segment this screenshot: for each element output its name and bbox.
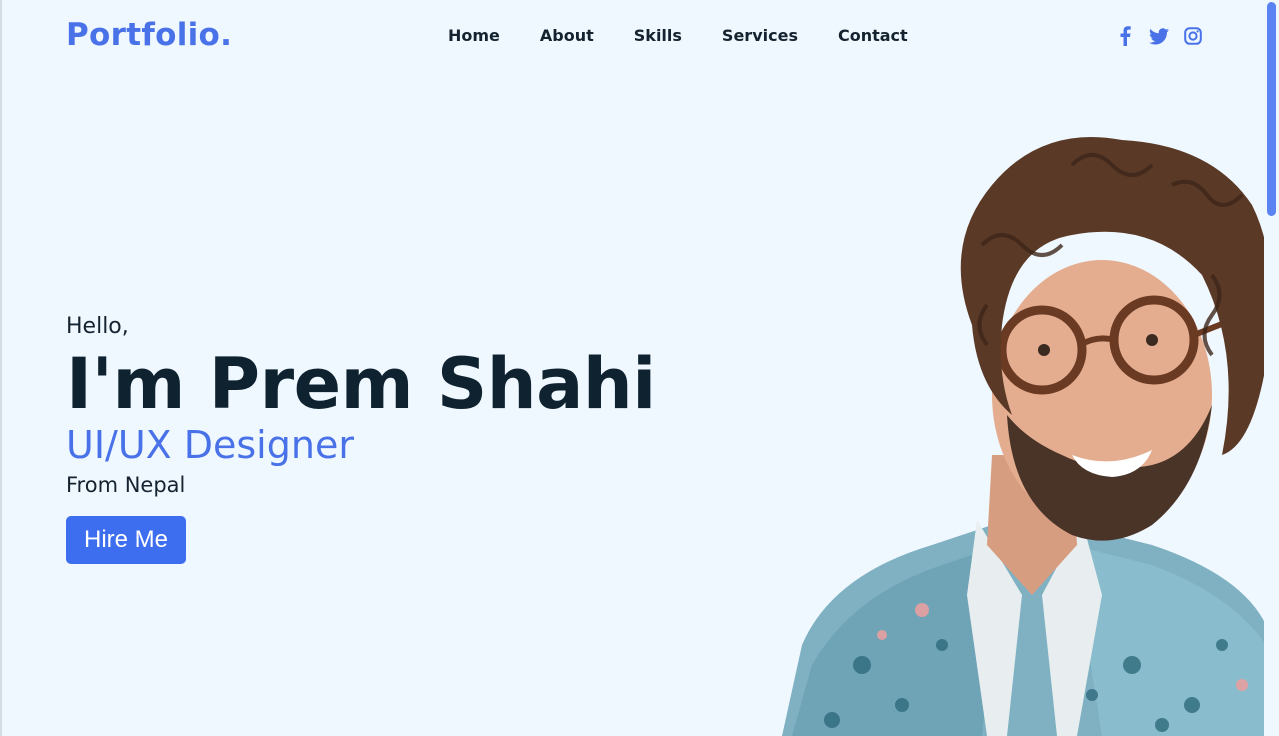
hero-greeting: Hello,	[66, 314, 129, 339]
facebook-icon[interactable]	[1114, 25, 1136, 47]
hero-location: From Nepal	[66, 473, 186, 497]
social-links	[1114, 25, 1204, 47]
nav-about-link[interactable]: About	[540, 26, 594, 45]
hero-name: I'm Prem Shahi	[66, 343, 656, 425]
nav-contact-link[interactable]: Contact	[838, 26, 908, 45]
site-header: Portfolio. Home About Skills Services Co…	[2, 0, 1266, 74]
main-nav: Home About Skills Services Contact	[448, 26, 908, 45]
scrollbar-thumb[interactable]	[1267, 2, 1276, 216]
nav-services-link[interactable]: Services	[722, 26, 798, 45]
hero-section: Hello, I'm Prem Shahi UI/UX Designer Fro…	[66, 312, 656, 564]
hero-role: UI/UX Designer	[66, 423, 354, 467]
nav-home-link[interactable]: Home	[448, 26, 500, 45]
profile-photo	[782, 137, 1266, 736]
twitter-icon[interactable]	[1148, 25, 1170, 47]
instagram-icon[interactable]	[1182, 25, 1204, 47]
hire-me-button[interactable]: Hire Me	[66, 516, 187, 564]
portfolio-page: Portfolio. Home About Skills Services Co…	[0, 0, 1279, 736]
page-scrollbar[interactable]	[1264, 0, 1279, 736]
nav-skills-link[interactable]: Skills	[634, 26, 682, 45]
site-logo[interactable]: Portfolio.	[66, 17, 232, 53]
